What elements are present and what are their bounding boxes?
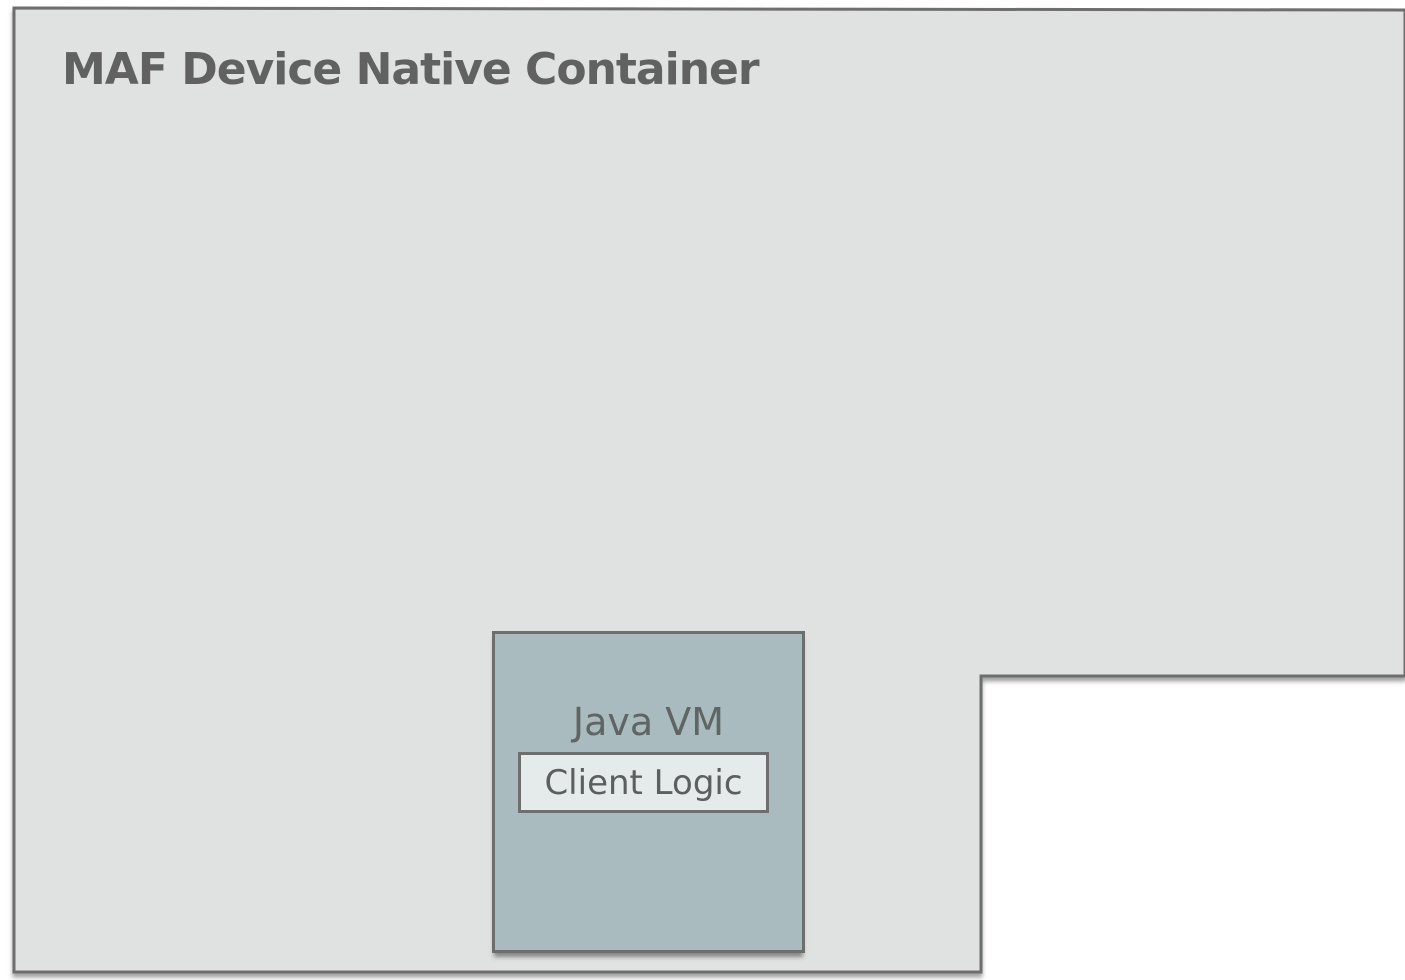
container-title: MAF Device Native Container <box>62 44 760 95</box>
java-vm-box: Java VM Client Logic <box>492 631 805 953</box>
client-logic-box: Client Logic <box>518 752 769 813</box>
java-vm-label: Java VM <box>572 700 725 744</box>
diagram-canvas: MAF Device Native Container Java VM Clie… <box>0 0 1405 980</box>
client-logic-label: Client Logic <box>544 762 743 803</box>
